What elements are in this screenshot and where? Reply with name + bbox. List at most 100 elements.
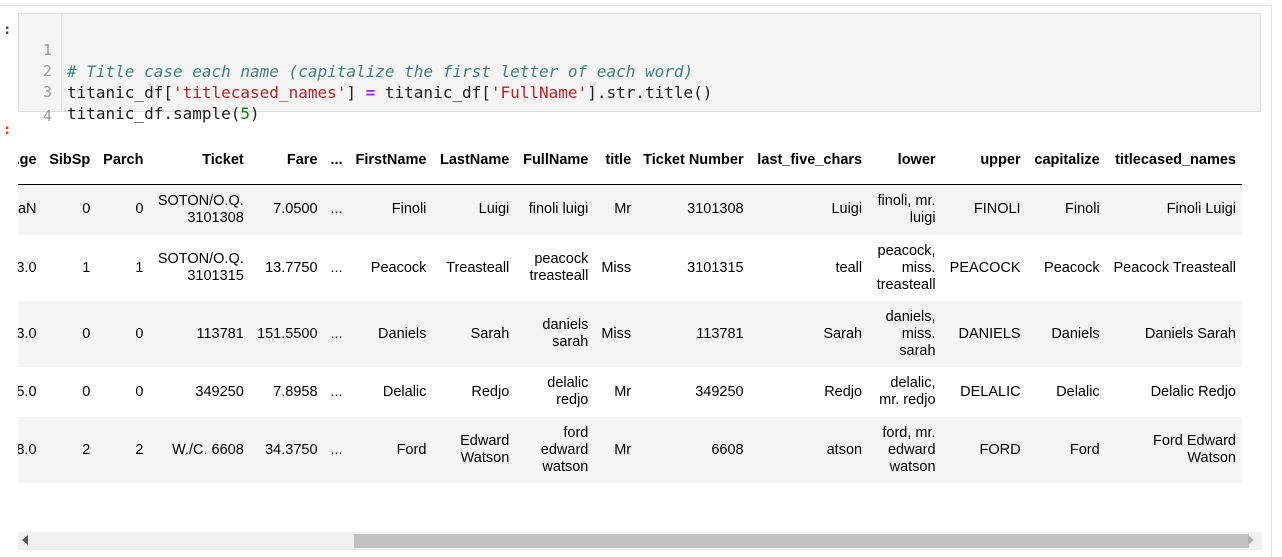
table-cell: DELALIC [960, 383, 1021, 400]
column-header: FirstName [348, 138, 433, 185]
column-header: Parch [96, 138, 150, 185]
table-cell: daniels, miss. sarah [885, 308, 936, 359]
table-cell: Daniels Sarah [1144, 325, 1236, 342]
table-row: 18.0 2 2 W./C. 6608 34.3750... Ford Edward Wat… [18, 417, 1242, 483]
table-cell: delalic redjo [547, 375, 589, 408]
table-cell: daniels sarah [542, 317, 589, 350]
dataframe-table: AgeSibSpParchTicketFare...FirstNameLastN… [18, 138, 1242, 483]
column-header: last_five_chars [749, 138, 869, 185]
table-cell: Sarah [823, 325, 863, 342]
table-cell: 13.7750 [265, 259, 318, 276]
code-editor[interactable]: 1 # Title case each name (capitalize the… [18, 13, 1261, 125]
table-cell: Miss [601, 259, 632, 276]
table-cell: ... [330, 441, 343, 458]
table-cell: Edward Watson [460, 433, 510, 466]
table-cell: 1 [82, 259, 91, 276]
table-cell: 1 [135, 259, 144, 276]
column-header: upper [941, 138, 1027, 185]
table-cell: FINOLI [973, 201, 1021, 218]
table-header-row: AgeSibSpParchTicketFare...FirstNameLastN… [18, 138, 1242, 185]
scroll-left-arrow-icon[interactable] [22, 535, 28, 545]
scroll-right-arrow-icon[interactable] [1248, 535, 1254, 545]
table-cell: 25.0 [18, 383, 37, 400]
table-cell: Peacock Treasteall [1113, 259, 1236, 276]
code-number: 5 [240, 104, 251, 123]
input-prompt: : [3, 22, 12, 38]
table-cell: 0 [82, 201, 91, 218]
table-cell: 18.0 [18, 441, 37, 458]
table-cell: Luigi [478, 201, 510, 218]
table-cell: teall [835, 259, 863, 276]
table-cell: Sarah [470, 325, 510, 342]
table-cell: peacock treasteall [529, 251, 589, 284]
table-row: 33.0 0 0 113781 151.5500... Daniels Sarah danie… [18, 301, 1242, 367]
table-cell: PEACOCK [949, 259, 1021, 276]
table-cell: ... [330, 201, 343, 218]
table-cell: 6608 [711, 441, 744, 458]
column-header: Ticket Number [637, 138, 750, 185]
table-cell: 7.0500 [273, 201, 318, 218]
table-cell: 0 [135, 201, 144, 218]
table-cell: Peacock [1044, 259, 1100, 276]
code-line-1[interactable]: 1 # Title case each name (capitalize the… [19, 19, 1260, 81]
table-cell: SOTON/O.Q. 3101308 [157, 192, 244, 226]
output-area[interactable]: AgeSibSpParchTicketFare...FirstNameLastN… [18, 138, 1262, 528]
table-cell: W./C. 6608 [172, 441, 244, 458]
column-header: lower [868, 138, 942, 185]
table-cell: Finoli Luigi [1166, 201, 1236, 218]
column-header: Ticket [149, 138, 250, 185]
table-cell: Redjo [471, 383, 510, 400]
table-cell: Daniels [378, 325, 427, 342]
table-cell: 2 [135, 441, 144, 458]
table-cell: 0 [82, 325, 91, 342]
table-cell: delalic, mr. redjo [879, 375, 936, 408]
code-text: titanic_df.sample( [67, 104, 241, 123]
table-cell: finoli, mr. luigi [877, 192, 936, 226]
table-cell: NaN [18, 201, 37, 218]
table-cell: Treasteall [446, 259, 510, 276]
table-cell: ... [330, 383, 343, 400]
column-header: ... [323, 138, 349, 185]
table-cell: 349250 [195, 383, 244, 400]
code-line-3[interactable]: 3 titanic_df.sample(5) [19, 61, 1260, 123]
column-header: SibSp [42, 138, 97, 185]
table-cell: 113781 [196, 325, 244, 342]
table-cell: Ford Edward Watson [1152, 433, 1236, 466]
table-cell: peacock, miss. treasteall [876, 242, 936, 293]
table-row: 25.0 0 0 349250 7.8958... Delalic Redjo delalic… [18, 367, 1242, 417]
table-cell: 3101315 [687, 259, 744, 276]
table-cell: DANIELS [958, 325, 1021, 342]
table-cell: Ford [396, 441, 427, 458]
table-cell: ford edward watson [540, 424, 589, 475]
table-cell: Delalic [382, 383, 427, 400]
horizontal-scrollbar[interactable] [18, 532, 1262, 550]
table-row: 3.0 1 1 SOTON/O.Q. 3101315 13.7750... Peacock… [18, 235, 1242, 301]
column-header: Fare [249, 138, 324, 185]
table-cell: Mr [614, 441, 632, 458]
table-cell: Peacock [370, 259, 427, 276]
table-cell: Daniels [1051, 325, 1100, 342]
table-cell: 34.3750 [265, 441, 318, 458]
table-cell: Mr [614, 201, 632, 218]
table-cell: Luigi [831, 201, 863, 218]
table-cell: ... [330, 325, 343, 342]
code-line-4[interactable]: 4 [19, 85, 1260, 125]
table-cell: Mr [614, 383, 632, 400]
table-cell: 113781 [696, 325, 744, 342]
table-cell: 151.5500 [257, 325, 318, 342]
table-cell: 2 [82, 441, 91, 458]
table-cell: Finoli [1065, 201, 1100, 218]
cell-top-border [0, 5, 1272, 6]
table-cell: 0 [135, 383, 144, 400]
column-header: title [594, 138, 638, 185]
table-cell: Delalic [1056, 383, 1100, 400]
table-cell: atson [826, 441, 863, 458]
table-cell: 349250 [695, 383, 744, 400]
column-header: titlecased_names [1105, 138, 1242, 185]
table-cell: 3.0 [18, 259, 37, 276]
scrollbar-thumb[interactable] [354, 534, 1249, 548]
table-cell: Miss [601, 325, 632, 342]
table-cell: Delalic Redjo [1150, 383, 1236, 400]
table-cell: finoli luigi [528, 201, 589, 218]
code-line-2[interactable]: 2 titanic_df['titlecased_names'] = titan… [19, 40, 1260, 102]
